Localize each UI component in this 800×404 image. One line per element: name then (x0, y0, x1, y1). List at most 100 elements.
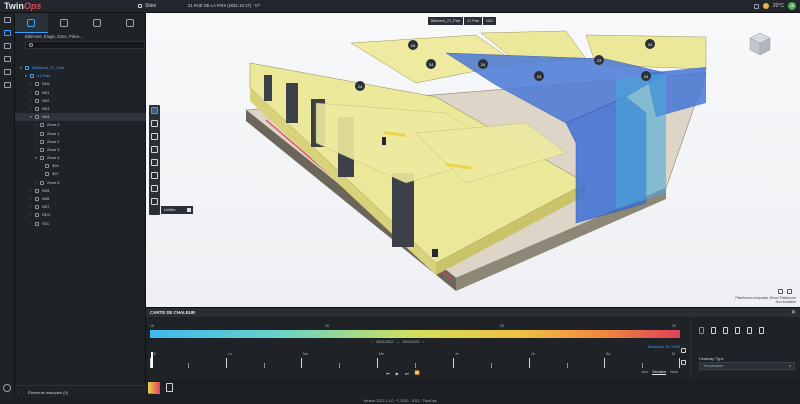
gauge-icon[interactable] (4, 69, 11, 75)
chevron-icon[interactable]: › (30, 105, 31, 113)
tree-item[interactable]: 407 (15, 170, 146, 178)
hand-icon[interactable] (151, 133, 158, 140)
sites-button[interactable]: Sites (138, 3, 156, 9)
tree-item[interactable]: ▾ Zone 4 (15, 154, 146, 162)
next-range-icon[interactable]: › (423, 340, 424, 345)
tree-item[interactable]: › N01 (15, 89, 146, 97)
building-3d-icon[interactable] (4, 30, 11, 36)
skip-forward-icon[interactable]: ⏭ (405, 371, 409, 376)
chevron-icon[interactable]: › (30, 97, 31, 105)
chevron-icon[interactable]: › (30, 89, 31, 97)
tree-item[interactable]: › Zone 2 (15, 138, 146, 146)
viewport-breadcrumb-item[interactable]: N04 (483, 17, 496, 25)
play-icon[interactable]: ▶ (396, 371, 399, 376)
orbit-icon[interactable] (151, 107, 158, 114)
target-icon[interactable] (151, 185, 158, 192)
tree-item[interactable]: › Zone 1 (15, 130, 146, 138)
dashboard-icon[interactable] (4, 17, 11, 23)
tree-item[interactable]: › Zone 3 (15, 146, 146, 154)
3d-viewport[interactable]: 24 24 24 24 24 23 23 24 Bâtiment_21_Paix… (146, 13, 800, 308)
tree-item[interactable]: ▾ 21 Paix (15, 72, 146, 80)
unit-selector[interactable]: Unités (161, 206, 193, 214)
tree-item[interactable]: › DN1 (15, 80, 146, 88)
chevron-icon[interactable]: ▾ (25, 72, 27, 80)
chevron-icon[interactable]: ▾ (20, 64, 22, 72)
heatmap-type-select[interactable]: Température ▾ (699, 362, 795, 370)
site-breadcrumb[interactable]: 21 RUE DE LA PAIX (2021.10.17) · V7 (188, 3, 260, 8)
pan-icon[interactable] (151, 120, 158, 127)
chevron-icon[interactable]: ▾ (35, 154, 37, 162)
search-input[interactable] (36, 42, 141, 49)
chevron-icon[interactable]: ▾ (30, 113, 32, 121)
network-icon[interactable] (4, 56, 11, 62)
tree-item[interactable]: › N07 (15, 203, 146, 211)
tab-objects[interactable] (48, 13, 81, 33)
twinops-logo[interactable]: TwinOps (4, 1, 41, 11)
sound-icon[interactable] (759, 327, 764, 334)
room-marker: 24 (481, 62, 486, 67)
occupancy-icon[interactable] (747, 327, 752, 334)
timeline-hour-tick (567, 363, 568, 368)
chevron-icon[interactable]: › (30, 220, 31, 228)
chevron-icon[interactable]: › (35, 138, 36, 146)
period-week[interactable]: Semaine (652, 370, 667, 375)
tab-buildings[interactable] (15, 13, 48, 33)
chevron-icon[interactable]: › (30, 187, 31, 195)
cube-icon[interactable] (151, 172, 158, 179)
section-icon[interactable] (151, 159, 158, 166)
tree-item[interactable]: › N05 (15, 187, 146, 195)
tree-item-label: Zone 5 (47, 179, 60, 185)
chart-icon[interactable] (4, 43, 11, 49)
tree-item[interactable]: ▾ N04 (15, 113, 146, 122)
settings-icon[interactable] (3, 384, 11, 392)
previous-range-icon[interactable]: ‹ (372, 340, 373, 345)
chevron-icon[interactable]: › (30, 195, 31, 203)
period-day[interactable]: Jour (641, 370, 648, 375)
tree-search[interactable] (25, 41, 145, 49)
tree-item[interactable]: › S01 (15, 220, 146, 228)
tree-item[interactable]: › N02 (15, 97, 146, 105)
period-month[interactable]: Mois (670, 370, 678, 375)
refresh-icon[interactable] (681, 360, 686, 365)
device-mode-icon[interactable] (166, 383, 173, 392)
vertical-arrows-icon[interactable] (151, 146, 158, 153)
current-date: Dimanche 15, 23:59 (647, 345, 680, 349)
chevron-icon[interactable]: › (35, 130, 36, 138)
chevron-icon[interactable]: › (35, 146, 36, 154)
tree-item[interactable]: › Zone 5 (15, 179, 146, 187)
pin-icon[interactable] (681, 348, 686, 353)
chevron-icon[interactable]: › (30, 80, 31, 88)
tree-item[interactable]: 404 (15, 162, 146, 170)
thermometer-icon[interactable] (699, 327, 704, 334)
tree-item[interactable]: › Zone 0 (15, 121, 146, 129)
heatmap-mode-icon[interactable] (148, 382, 160, 394)
tab-equipment[interactable] (81, 13, 114, 33)
tree-item[interactable]: ▾ Bâtiment_21_Paix (15, 64, 146, 72)
tree-item[interactable]: › N06 (15, 195, 146, 203)
humidity-icon[interactable] (711, 327, 716, 334)
chat-icon[interactable] (753, 3, 759, 9)
close-icon[interactable]: ✕ (791, 309, 796, 316)
tree-item[interactable]: › N03 (15, 105, 146, 113)
hidden-elements-bar[interactable]: › Éléments masqués (0) (15, 385, 146, 398)
building-3d-model[interactable]: 24 24 24 24 24 23 23 24 (146, 13, 800, 308)
tab-organisation[interactable] (113, 13, 146, 33)
chevron-icon[interactable]: › (35, 121, 36, 129)
timeline-slider[interactable]: 08 Lu Ma Me Je Ve Sa Di (150, 352, 680, 368)
tree-item[interactable]: › RDC (15, 211, 146, 219)
measure-icon[interactable] (151, 198, 158, 205)
co2-icon[interactable] (723, 327, 728, 334)
avatar[interactable]: JB (788, 2, 796, 10)
viewport-breadcrumb-item[interactable]: 21 Paix (464, 17, 483, 25)
camera-icon[interactable] (778, 289, 783, 294)
lightbulb-icon[interactable] (4, 82, 11, 88)
light-icon[interactable] (735, 327, 740, 334)
viewport-breadcrumb-item[interactable]: Bâtiment_21_Paix (428, 17, 464, 25)
search-icon (29, 43, 33, 47)
settings-icon[interactable] (787, 289, 792, 294)
skip-back-icon[interactable]: ⏮ (386, 371, 390, 376)
chevron-icon[interactable]: › (30, 211, 31, 219)
speed-icon[interactable]: ⏩ (415, 370, 420, 376)
chevron-icon[interactable]: › (30, 203, 31, 211)
chevron-icon[interactable]: › (35, 179, 36, 187)
